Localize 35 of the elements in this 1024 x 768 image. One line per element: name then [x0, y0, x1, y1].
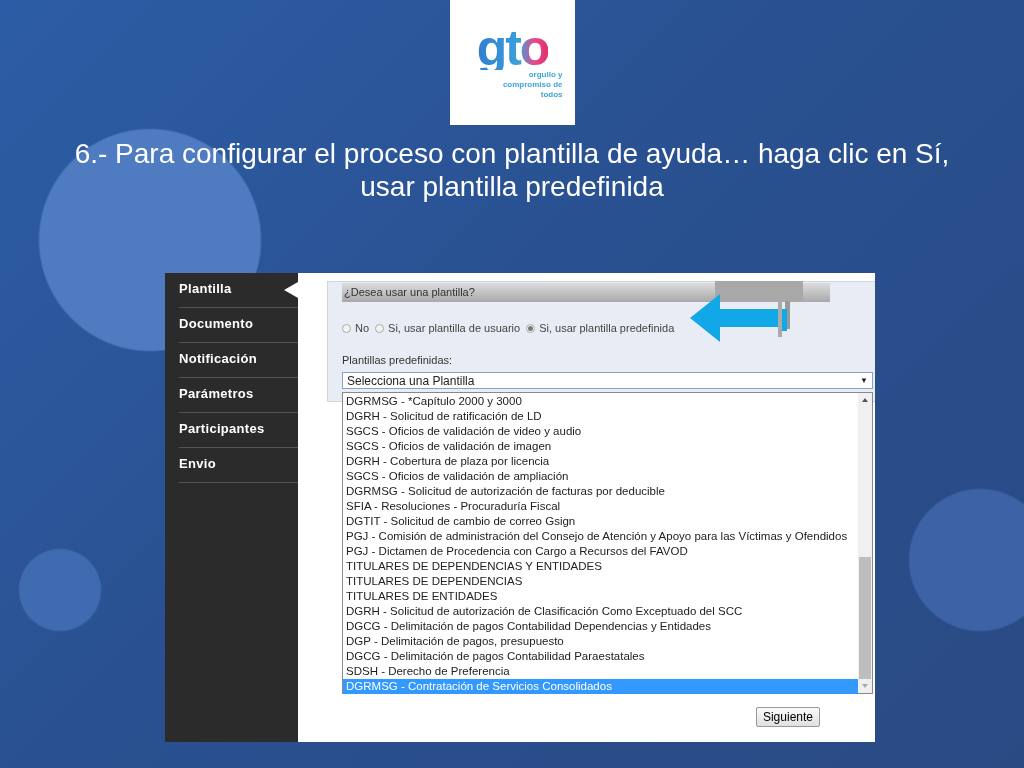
radio-button[interactable] [342, 323, 351, 333]
dropdown-option[interactable]: SFIA - Resoluciones - Procuraduría Fiscal [343, 499, 858, 514]
dropdown-option[interactable]: TITULARES DE DEPENDENCIAS Y ENTIDADES [343, 559, 858, 574]
dropdown-option[interactable]: SDSH - Derecho de Preferencia [343, 664, 858, 679]
scroll-down-icon[interactable] [862, 684, 868, 688]
dropdown-option[interactable]: SGCS - Oficios de validación de ampliación [343, 469, 858, 484]
radio-button[interactable] [526, 323, 536, 333]
dropdown-option[interactable]: DGRMSG - *Capítulo 2000 y 3000 [343, 394, 858, 409]
radio-label: No [355, 322, 370, 334]
radio-option[interactable]: No [342, 322, 370, 334]
next-button[interactable]: Siguiente [755, 707, 820, 727]
select-caret: ▼ [860, 376, 868, 385]
dropdown-option[interactable]: DGTIT - Solicitud de cambio de correo Gsign [343, 514, 858, 529]
dropdown-option[interactable]: DGCG - Delimitación de pagos Contabilidad Dependencias y Entidades [343, 619, 858, 634]
field-label: Plantillas predefinidas: [342, 354, 454, 366]
dropdown-option[interactable]: DGRH - Cobertura de plaza por licencia [343, 454, 858, 469]
scrollbar[interactable] [858, 393, 872, 693]
dropdown-option[interactable]: DGRH - Solicitud de ratificación de LD [343, 409, 858, 424]
dropdown-option[interactable]: DGP - Delimitación de pagos, presupuesto [343, 634, 858, 649]
dropdown-option[interactable]: SGCS - Oficios de validación de imagen [343, 439, 858, 454]
scrollbar-thumb[interactable] [859, 557, 871, 679]
scroll-up-icon[interactable] [862, 398, 868, 402]
dropdown-option[interactable]: TITULARES DE ENTIDADES [343, 589, 858, 604]
dropdown-option[interactable]: PGJ - Dictamen de Procedencia con Cargo a Recursos del FAVOD [343, 544, 858, 559]
slide-title: 6.- Para configurar el proceso con plantilla de ayuda… haga clic en Sí, usar plantilla predefinida [73, 137, 951, 203]
dropdown-option[interactable]: PGJ - Comisión de administración del Consejo de Atención y Apoyo para las Víctimas y Ofendidos [343, 529, 858, 544]
logo-tagline: orgullo y compromiso de todos [502, 69, 563, 100]
select-value: Selecciona una Plantilla [347, 373, 475, 388]
dropdown-option[interactable]: DGCG - Delimitación de pagos Contabilidad Paraestatales [343, 649, 858, 664]
radio-button[interactable] [375, 323, 385, 333]
dropdown-option[interactable]: DGRMSG - Solicitud de autorización de facturas por deducible [343, 484, 858, 499]
dropdown-option[interactable]: DGRH - Solicitud de autorización de Clasificación Como Exceptuado del SCC [343, 604, 858, 619]
dropdown-option[interactable]: TITULARES DE DEPENDENCIAS [343, 574, 858, 589]
dropdown-option[interactable]: SGCS - Oficios de validación de video y audio [343, 424, 858, 439]
template-select[interactable]: Selecciona una Plantilla ▼ [342, 372, 873, 389]
